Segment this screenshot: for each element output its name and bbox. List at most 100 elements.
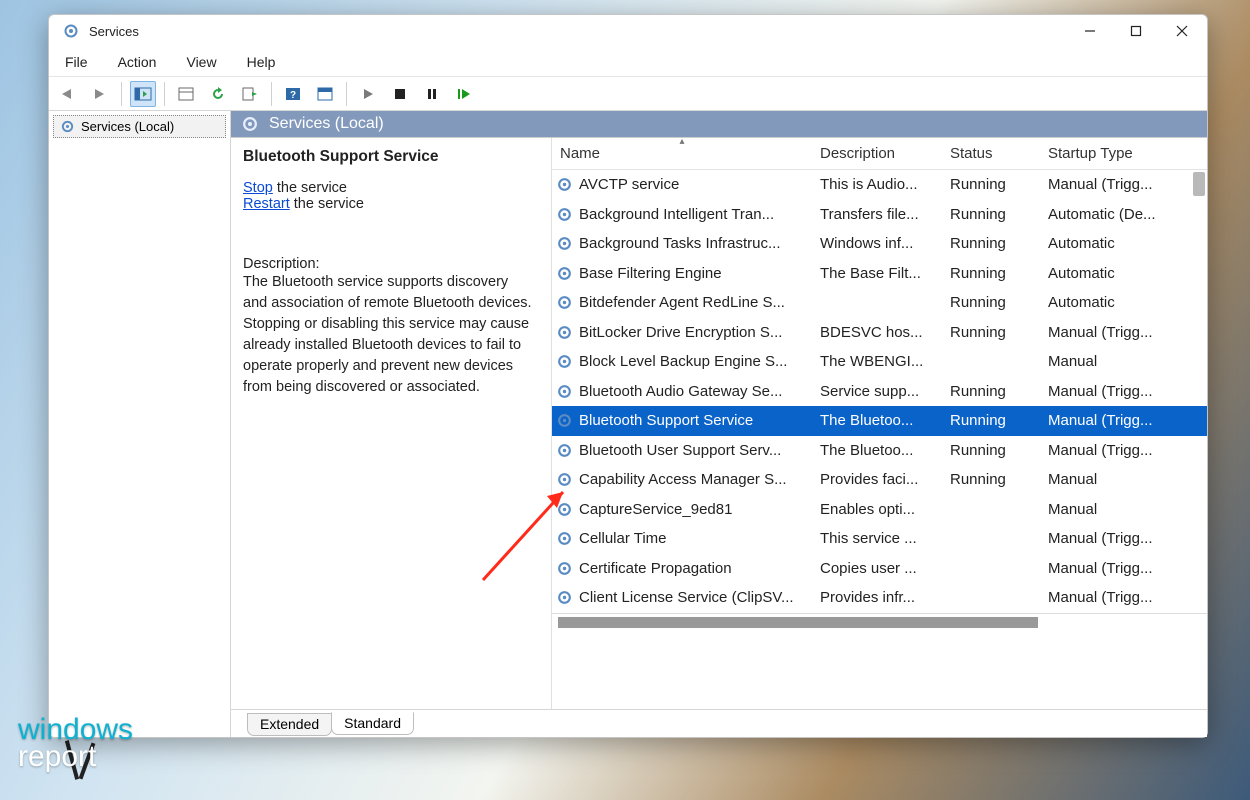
detail-pane: Bluetooth Support Service Stop the servi… <box>231 138 551 709</box>
service-startup-type: Automatic (De... <box>1040 206 1168 223</box>
gear-icon <box>241 115 259 133</box>
service-description: BDESVC hos... <box>812 324 942 341</box>
service-row[interactable]: Cellular TimeThis service ...Manual (Tri… <box>552 524 1207 554</box>
start-service-button[interactable] <box>355 81 381 107</box>
detail-stop-line: Stop the service <box>243 180 535 196</box>
horizontal-scrollbar[interactable] <box>552 613 1207 631</box>
selected-service-name: Bluetooth Support Service <box>243 148 535 166</box>
service-status: Running <box>942 383 1040 400</box>
gear-icon <box>556 560 573 577</box>
back-button[interactable] <box>55 81 81 107</box>
show-hide-tree-button[interactable] <box>130 81 156 107</box>
details-pane-button[interactable] <box>312 81 338 107</box>
gear-icon <box>556 589 573 606</box>
service-name: CaptureService_9ed81 <box>579 501 732 518</box>
col-status[interactable]: Status <box>942 138 1040 169</box>
gear-icon <box>556 324 573 341</box>
pause-service-button[interactable] <box>419 81 445 107</box>
stop-service-link[interactable]: Stop <box>243 180 273 196</box>
service-name: Certificate Propagation <box>579 560 732 577</box>
col-description[interactable]: Description <box>812 138 942 169</box>
window-title: Services <box>89 24 139 39</box>
service-startup-type: Automatic <box>1040 265 1168 282</box>
menu-action[interactable]: Action <box>118 54 157 70</box>
service-startup-type: Manual (Trigg... <box>1040 383 1168 400</box>
service-row[interactable]: Bluetooth Support ServiceThe Bluetoo...R… <box>552 406 1207 436</box>
service-row[interactable]: AVCTP serviceThis is Audio...RunningManu… <box>552 170 1207 200</box>
gear-icon <box>556 412 573 429</box>
service-name: Background Intelligent Tran... <box>579 206 774 223</box>
service-description: Windows inf... <box>812 235 942 252</box>
service-name: Bluetooth Audio Gateway Se... <box>579 383 782 400</box>
gear-icon <box>556 353 573 370</box>
vertical-scrollbar-thumb[interactable] <box>1193 172 1205 196</box>
properties-button[interactable] <box>173 81 199 107</box>
service-status: Running <box>942 265 1040 282</box>
service-row[interactable]: Block Level Backup Engine S...The WBENGI… <box>552 347 1207 377</box>
help-button[interactable]: ? <box>280 81 306 107</box>
horizontal-scrollbar-thumb[interactable] <box>558 617 1038 628</box>
tab-standard[interactable]: Standard <box>331 712 414 735</box>
service-startup-type: Manual (Trigg... <box>1040 442 1168 459</box>
client-panel: Services (Local) Bluetooth Support Servi… <box>231 111 1207 737</box>
menu-view[interactable]: View <box>186 54 216 70</box>
close-button[interactable] <box>1159 15 1205 47</box>
service-row[interactable]: Base Filtering EngineThe Base Filt...Run… <box>552 259 1207 289</box>
stop-service-button[interactable] <box>387 81 413 107</box>
menu-bar: File Action View Help <box>49 47 1207 77</box>
service-row[interactable]: BitLocker Drive Encryption S... BDESVC ho… <box>552 318 1207 348</box>
maximize-button[interactable] <box>1113 15 1159 47</box>
service-startup-type: Manual (Trigg... <box>1040 589 1168 606</box>
service-description: This service ... <box>812 530 942 547</box>
service-row[interactable]: Client License Service (ClipSV...Provide… <box>552 583 1207 613</box>
service-status: Running <box>942 412 1040 429</box>
service-description: Transfers file... <box>812 206 942 223</box>
service-row[interactable]: Background Tasks Infrastruc... Windows in… <box>552 229 1207 259</box>
col-startup-type[interactable]: Startup Type <box>1040 138 1168 169</box>
pane-header-text: Services (Local) <box>269 115 384 133</box>
service-status: Running <box>942 176 1040 193</box>
gear-icon <box>60 119 75 134</box>
svg-text:?: ? <box>290 90 296 101</box>
description-text: The Bluetooth service supports discovery… <box>243 272 535 398</box>
nav-item-services-local[interactable]: Services (Local) <box>53 115 226 138</box>
service-name: Bitdefender Agent RedLine S... <box>579 294 785 311</box>
title-bar[interactable]: Services <box>49 15 1207 47</box>
service-startup-type: Manual (Trigg... <box>1040 530 1168 547</box>
sort-asc-icon: ▴ <box>679 136 684 147</box>
service-row[interactable]: Certificate PropagationCopies user ...Ma… <box>552 554 1207 584</box>
service-row[interactable]: Bitdefender Agent RedLine S...RunningAut… <box>552 288 1207 318</box>
service-startup-type: Manual (Trigg... <box>1040 412 1168 429</box>
service-row[interactable]: Background Intelligent Tran... Transfers … <box>552 200 1207 230</box>
service-row[interactable]: CaptureService_9ed81Enables opti...Manua… <box>552 495 1207 525</box>
restart-service-button[interactable] <box>451 81 477 107</box>
service-row[interactable]: Capability Access Manager S...Provides f… <box>552 465 1207 495</box>
tab-extended[interactable]: Extended <box>247 713 332 736</box>
service-status: Running <box>942 471 1040 488</box>
restart-service-link[interactable]: Restart <box>243 196 290 212</box>
service-startup-type: Manual (Trigg... <box>1040 176 1168 193</box>
service-name: Bluetooth Support Service <box>579 412 753 429</box>
service-description: Provides infr... <box>812 589 942 606</box>
forward-button[interactable] <box>87 81 113 107</box>
col-name[interactable]: ▴Name <box>552 138 812 169</box>
export-list-button[interactable] <box>237 81 263 107</box>
service-name: BitLocker Drive Encryption S... <box>579 324 782 341</box>
menu-file[interactable]: File <box>65 54 88 70</box>
service-name: Capability Access Manager S... <box>579 471 787 488</box>
service-row[interactable]: Bluetooth Audio Gateway Se...Service sup… <box>552 377 1207 407</box>
service-name: Background Tasks Infrastruc... <box>579 235 780 252</box>
gear-icon <box>556 442 573 459</box>
menu-help[interactable]: Help <box>247 54 276 70</box>
gear-icon <box>556 383 573 400</box>
minimize-button[interactable] <box>1067 15 1113 47</box>
service-status: Running <box>942 206 1040 223</box>
app-gear-icon <box>63 23 79 39</box>
gear-icon <box>556 530 573 547</box>
service-row[interactable]: Bluetooth User Support Serv...The Blueto… <box>552 436 1207 466</box>
service-name: Bluetooth User Support Serv... <box>579 442 781 459</box>
refresh-button[interactable] <box>205 81 231 107</box>
nav-panel: Services (Local) <box>49 111 231 737</box>
gear-icon <box>556 235 573 252</box>
pane-header: Services (Local) <box>231 111 1207 137</box>
